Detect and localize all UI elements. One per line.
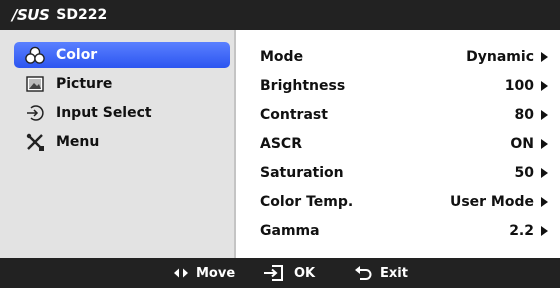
sidebar-item-label: Input Select bbox=[56, 105, 152, 121]
setting-row-color-temp[interactable]: Color Temp. User Mode bbox=[260, 191, 548, 213]
arrow-right-icon bbox=[541, 52, 548, 62]
setting-value: 100 bbox=[504, 78, 534, 94]
color-palette-icon bbox=[24, 45, 46, 65]
left-right-arrows-icon bbox=[174, 268, 188, 278]
setting-label: Brightness bbox=[260, 78, 346, 94]
title-bar: /SUS SD222 bbox=[0, 0, 560, 30]
setting-label: Mode bbox=[260, 49, 304, 65]
setting-value: ON bbox=[510, 136, 534, 152]
button-hint-bar: Move OK Exit bbox=[0, 258, 560, 288]
arrow-right-icon bbox=[541, 81, 548, 91]
input-select-icon bbox=[24, 103, 46, 123]
arrow-right-icon bbox=[541, 168, 548, 178]
sidebar-item-color[interactable]: Color bbox=[14, 42, 230, 68]
settings-panel: Mode Dynamic Brightness 100 Contrast 80 … bbox=[238, 30, 560, 258]
setting-label: Contrast bbox=[260, 107, 328, 123]
brand-logo: /SUS bbox=[12, 6, 50, 24]
arrow-right-icon bbox=[541, 110, 548, 120]
ok-hint: OK bbox=[262, 258, 315, 288]
setting-row-ascr[interactable]: ASCR ON bbox=[260, 133, 548, 155]
osd-window: /SUS SD222 Color Picture Input Select Me… bbox=[0, 0, 560, 288]
setting-row-saturation[interactable]: Saturation 50 bbox=[260, 162, 548, 184]
setting-label: Gamma bbox=[260, 223, 320, 239]
sidebar-item-label: Picture bbox=[56, 76, 113, 92]
setting-row-brightness[interactable]: Brightness 100 bbox=[260, 75, 548, 97]
setting-row-gamma[interactable]: Gamma 2.2 bbox=[260, 220, 548, 242]
setting-value: 50 bbox=[514, 165, 534, 181]
return-arrow-icon bbox=[354, 265, 372, 281]
move-hint: Move bbox=[174, 258, 235, 288]
sidebar: Color Picture Input Select Menu bbox=[0, 30, 236, 258]
setting-label: ASCR bbox=[260, 136, 302, 152]
sidebar-item-picture[interactable]: Picture bbox=[14, 71, 230, 97]
setting-value: User Mode bbox=[449, 194, 534, 210]
arrow-right-icon bbox=[541, 197, 548, 207]
model-name: SD222 bbox=[56, 7, 108, 23]
ok-label: OK bbox=[294, 265, 316, 281]
picture-icon bbox=[24, 74, 46, 94]
sidebar-item-label: Menu bbox=[56, 134, 100, 150]
setting-value: 80 bbox=[514, 107, 534, 123]
arrow-right-icon bbox=[541, 226, 548, 236]
setting-row-contrast[interactable]: Contrast 80 bbox=[260, 104, 548, 126]
exit-label: Exit bbox=[380, 265, 408, 281]
setting-row-mode[interactable]: Mode Dynamic bbox=[260, 46, 548, 68]
sidebar-item-menu[interactable]: Menu bbox=[14, 129, 230, 155]
tools-icon bbox=[24, 132, 46, 152]
enter-icon bbox=[262, 264, 286, 282]
sidebar-item-input-select[interactable]: Input Select bbox=[14, 100, 230, 126]
sidebar-item-label: Color bbox=[56, 47, 98, 63]
arrow-right-icon bbox=[541, 139, 548, 149]
setting-value: Dynamic bbox=[466, 49, 534, 65]
setting-label: Saturation bbox=[260, 165, 344, 181]
exit-hint: Exit bbox=[354, 258, 408, 288]
setting-value: 2.2 bbox=[509, 223, 534, 239]
brand: /SUS SD222 bbox=[12, 0, 107, 30]
setting-label: Color Temp. bbox=[260, 194, 354, 210]
move-label: Move bbox=[196, 265, 236, 281]
